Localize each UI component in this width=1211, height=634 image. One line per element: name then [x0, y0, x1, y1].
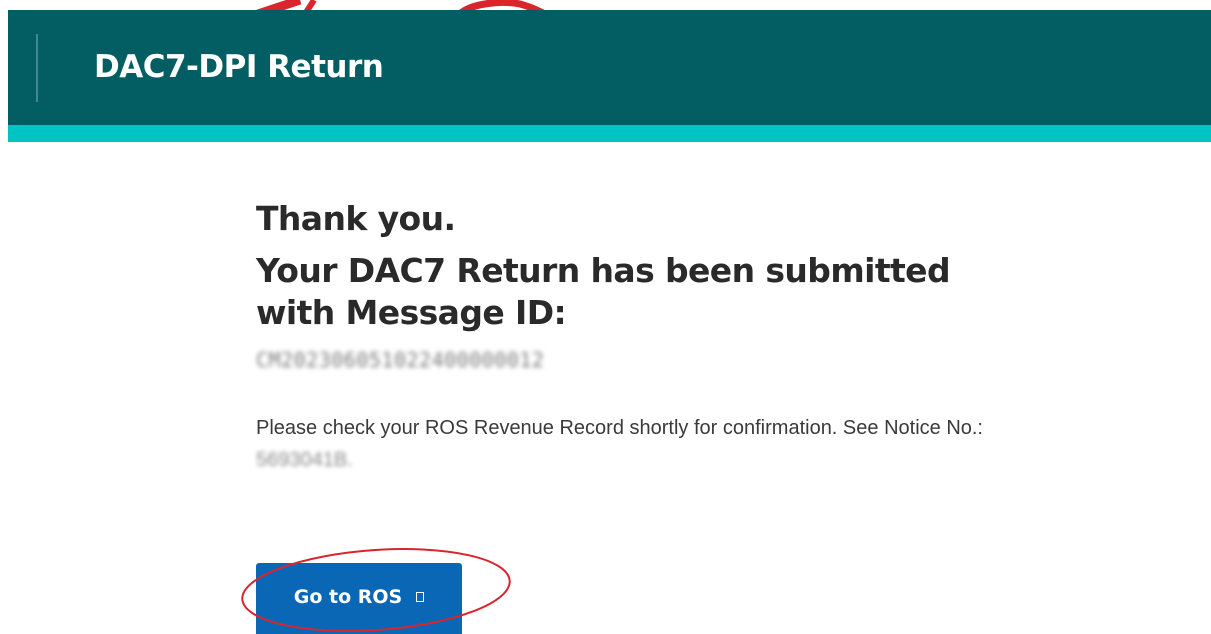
go-to-ros-button[interactable]: Go to ROS	[256, 563, 462, 634]
confirmation-panel: Thank you. Your DAC7 Return has been sub…	[256, 196, 1116, 496]
message-id-value: CM202306051022400000012	[256, 348, 545, 372]
thank-you-heading: Thank you.	[256, 199, 456, 238]
external-link-icon	[416, 591, 425, 602]
go-to-ros-label: Go to ROS	[293, 585, 403, 608]
header-accent-bar	[8, 125, 1211, 142]
notice-number: 5693041B.	[256, 449, 353, 471]
submission-heading: Your DAC7 Return has been submitted with…	[256, 251, 951, 332]
notice-message: Please check your ROS Revenue Record sho…	[256, 417, 983, 439]
notice-text: Please check your ROS Revenue Record sho…	[256, 412, 1056, 476]
header-divider	[36, 34, 38, 102]
page-title: DAC7-DPI Return	[94, 49, 384, 85]
